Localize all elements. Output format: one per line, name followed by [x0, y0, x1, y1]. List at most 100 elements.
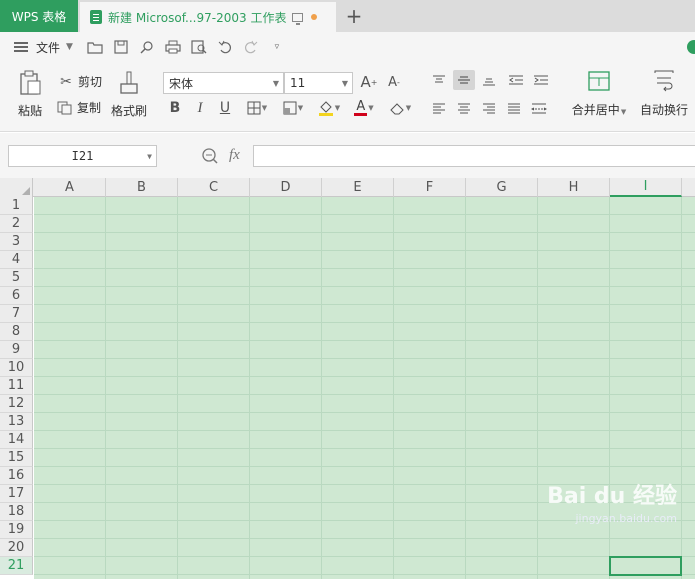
fill-color-button[interactable]: ▼	[314, 98, 344, 118]
row-header-17[interactable]: 17	[0, 485, 33, 503]
wrap-text-button[interactable]: 自动换行	[638, 70, 690, 122]
undo-icon[interactable]	[217, 39, 233, 55]
row-header-21[interactable]: 21	[0, 557, 33, 575]
borders-button[interactable]: ▼	[242, 98, 272, 118]
font-name-select[interactable]: 宋体 ▼	[163, 72, 284, 94]
row-header-11[interactable]: 11	[0, 377, 33, 395]
row-header-9[interactable]: 9	[0, 341, 33, 359]
column-gridline	[249, 197, 250, 579]
chevron-down-icon: ▼	[341, 79, 348, 88]
column-header-h[interactable]: H	[538, 178, 610, 197]
bold-button[interactable]: B	[164, 98, 186, 118]
file-menu[interactable]: 文件 ▼	[14, 39, 73, 56]
spreadsheet-doc-icon	[90, 10, 102, 24]
customize-toolbar-icon[interactable]: ▿	[269, 39, 285, 55]
monitor-icon[interactable]	[292, 12, 304, 25]
row-header-4[interactable]: 4	[0, 251, 33, 269]
distributed-align-icon[interactable]	[528, 98, 550, 118]
row-header-12[interactable]: 12	[0, 395, 33, 413]
cut-label: 剪切	[78, 75, 103, 89]
spreadsheet-grid: ABCDEFGHI 1 2 3 4 5 6 7 8 9 10 11 12 13 14 15 16 17 18 19 2…	[0, 178, 695, 579]
underline-button[interactable]: U	[214, 98, 236, 118]
column-header-b[interactable]: B	[106, 178, 178, 197]
find-icon[interactable]	[139, 39, 155, 55]
row-header-15[interactable]: 15	[0, 449, 33, 467]
cut-button[interactable]: ✂ 剪切	[57, 73, 102, 90]
row-gridline	[34, 448, 695, 449]
row-header-6[interactable]: 6	[0, 287, 33, 305]
column-header-g[interactable]: G	[466, 178, 538, 197]
column-header-bar: ABCDEFGHI	[0, 178, 695, 197]
row-gridline	[34, 376, 695, 377]
row-header-16[interactable]: 16	[0, 467, 33, 485]
row-header-13[interactable]: 13	[0, 413, 33, 431]
row-header-5[interactable]: 5	[0, 269, 33, 287]
align-center-icon[interactable]	[453, 98, 475, 118]
formula-input[interactable]	[253, 145, 695, 167]
copy-button[interactable]: 复制	[57, 99, 101, 116]
font-color-button[interactable]: A ▼	[349, 98, 379, 118]
zoom-icon[interactable]	[201, 147, 219, 168]
decrease-font-icon[interactable]: A-	[383, 72, 405, 92]
format-painter-button[interactable]: 格式刷	[109, 70, 149, 122]
column-header-c[interactable]: C	[178, 178, 250, 197]
document-tab[interactable]: 新建 Microsof...97-2003 工作表	[80, 2, 336, 32]
save-icon[interactable]	[113, 39, 129, 55]
align-left-icon[interactable]	[428, 98, 450, 118]
row-header-8[interactable]: 8	[0, 323, 33, 341]
increase-indent-icon[interactable]	[530, 70, 552, 90]
align-top-icon[interactable]	[428, 70, 450, 90]
align-middle-icon[interactable]	[453, 70, 475, 90]
font-size-select[interactable]: 11 ▼	[284, 72, 353, 94]
row-header-1[interactable]: 1	[0, 197, 33, 215]
merge-center-button[interactable]: 合并居中▼	[569, 70, 629, 122]
column-header-d[interactable]: D	[250, 178, 322, 197]
clear-button[interactable]: ▼	[385, 98, 415, 118]
name-box[interactable]: I21 ▼	[8, 145, 157, 167]
column-header-i[interactable]: I	[610, 178, 682, 197]
row-header-18[interactable]: 18	[0, 503, 33, 521]
row-header-2[interactable]: 2	[0, 215, 33, 233]
row-header-19[interactable]: 19	[0, 521, 33, 539]
active-cell[interactable]	[609, 556, 682, 576]
scissors-icon: ✂	[60, 73, 72, 90]
column-header-e[interactable]: E	[322, 178, 394, 197]
italic-button[interactable]: I	[189, 98, 211, 118]
new-tab-button[interactable]: +	[344, 4, 364, 28]
row-gridline	[34, 430, 695, 431]
cell-style-button[interactable]: ▼	[278, 98, 308, 118]
print-preview-icon[interactable]	[191, 39, 207, 55]
justify-icon[interactable]	[503, 98, 525, 118]
align-right-icon[interactable]	[478, 98, 500, 118]
column-gridline	[177, 197, 178, 579]
account-status-icon[interactable]	[687, 40, 695, 54]
paste-button[interactable]: 粘贴	[12, 70, 48, 122]
copy-icon	[57, 101, 72, 114]
paste-dropdown-icon[interactable]: ▾	[38, 107, 42, 116]
print-icon[interactable]	[165, 39, 181, 55]
row-header-20[interactable]: 20	[0, 539, 33, 557]
ribbon: 粘贴 ▾ ✂ 剪切 复制 格式刷 宋体 ▼ 11 ▼ A + A- B I U ▼…	[0, 62, 695, 132]
row-header-10[interactable]: 10	[0, 359, 33, 377]
align-bottom-icon[interactable]	[478, 70, 500, 90]
row-header-14[interactable]: 14	[0, 431, 33, 449]
increase-font-icon[interactable]: A +	[358, 72, 380, 92]
merge-cells-icon	[588, 71, 610, 91]
redo-icon[interactable]	[243, 39, 259, 55]
row-gridline	[34, 232, 695, 233]
app-tab[interactable]: WPS 表格	[0, 0, 78, 32]
watermark-url: jingyan.baidu.com	[575, 512, 677, 525]
row-header-7[interactable]: 7	[0, 305, 33, 323]
row-gridline	[34, 286, 695, 287]
fx-icon[interactable]: fx	[229, 147, 240, 164]
decrease-indent-icon[interactable]	[505, 70, 527, 90]
column-gridline	[321, 197, 322, 579]
select-all-corner[interactable]	[0, 178, 33, 197]
column-header-f[interactable]: F	[394, 178, 466, 197]
open-folder-icon[interactable]	[87, 39, 103, 55]
formula-bar: I21 ▼ fx	[0, 133, 695, 178]
file-menu-label: 文件	[36, 40, 61, 55]
row-gridline	[34, 538, 695, 539]
column-header-a[interactable]: A	[34, 178, 106, 197]
row-header-3[interactable]: 3	[0, 233, 33, 251]
